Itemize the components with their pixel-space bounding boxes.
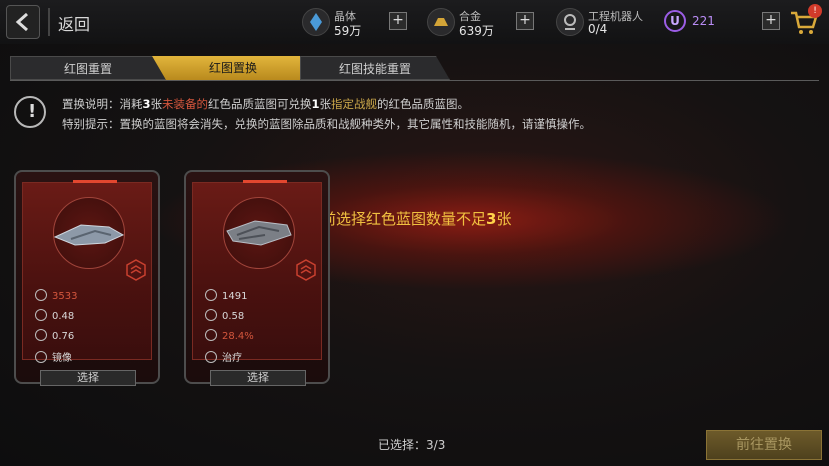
- tab-red-reset[interactable]: 红图重置: [10, 56, 166, 80]
- card-top-mark: [73, 180, 117, 183]
- repair-icon: [205, 329, 217, 341]
- robot-icon: [556, 8, 584, 36]
- ship-icon: [53, 224, 125, 246]
- card-face: 1491 0.58 28.4% 治疗: [192, 180, 322, 364]
- add-crystal-button[interactable]: +: [389, 12, 407, 30]
- hull-icon: [35, 289, 47, 301]
- select-button[interactable]: 选择: [40, 370, 136, 386]
- stat-repair: 28.4%: [205, 329, 254, 342]
- stat-skill: 镜像: [35, 349, 72, 364]
- stat-firepower: 1491: [205, 289, 247, 302]
- stat-hull: 3533: [35, 289, 77, 302]
- missile-icon: [205, 289, 217, 301]
- crystal-icon: [302, 8, 330, 36]
- heal-skill-icon: [205, 351, 217, 363]
- card-face: 3533 0.48 0.76 镜像: [22, 180, 152, 364]
- tab-red-exchange[interactable]: 红图置换: [152, 56, 314, 80]
- add-alloy-button[interactable]: +: [516, 12, 534, 30]
- special-notice: 特别提示：置换的蓝图将会消失，兑换的蓝图除品质和战舰种类外，其它属性和技能随机，…: [62, 117, 591, 131]
- card-top-mark: [243, 180, 287, 183]
- target-icon: [35, 329, 47, 341]
- exclamation-icon: !: [14, 96, 46, 128]
- stat-accuracy: 0.76: [35, 329, 74, 342]
- rank-chevron-icon: [296, 259, 316, 281]
- resource-robot: 工程机器人 0/4: [556, 6, 656, 38]
- top-bar: 返回 晶体 59万 + 合金 639万 + 工程机器人 0/4 U 221 + …: [0, 0, 829, 44]
- back-button[interactable]: [6, 5, 40, 39]
- back-label: 返回: [58, 15, 91, 34]
- armor-icon: [35, 309, 47, 321]
- stat-accuracy: 0.58: [205, 309, 244, 322]
- ship-icon: [226, 220, 292, 246]
- alloy-value: 639万: [459, 24, 494, 38]
- stat-armor: 0.48: [35, 309, 74, 322]
- blueprint-card[interactable]: 1491 0.58 28.4% 治疗 选择: [184, 170, 330, 386]
- stat-skill: 治疗: [205, 349, 242, 364]
- tab-underline: [10, 80, 819, 81]
- robot-value: 0/4: [588, 22, 608, 36]
- go-exchange-button[interactable]: 前往置换: [706, 430, 822, 460]
- u-currency-icon: U: [664, 10, 686, 32]
- resource-crystal: 晶体 59万: [302, 6, 392, 38]
- divider: [48, 8, 50, 36]
- alloy-icon: [427, 8, 455, 36]
- u-currency-value: 221: [692, 14, 715, 28]
- blueprint-card[interactable]: 3533 0.48 0.76 镜像 选择: [14, 170, 160, 386]
- warning-message: 当前选择红色蓝图数量不足3张: [306, 210, 512, 228]
- select-button[interactable]: 选择: [210, 370, 306, 386]
- resource-alloy: 合金 639万: [427, 6, 517, 38]
- tab-bar: 红图重置 红图置换 红图技能重置: [10, 56, 819, 80]
- mirror-skill-icon: [35, 351, 47, 363]
- target-icon: [205, 309, 217, 321]
- crystal-value: 59万: [334, 24, 362, 38]
- chevron-left-icon: [15, 12, 28, 32]
- cart-alert-badge: !: [808, 4, 822, 18]
- exchange-description: 置换说明：消耗3张未装备的红色品质蓝图可兑换1张指定战舰的红色品质蓝图。: [62, 97, 470, 111]
- tab-red-skill-reset[interactable]: 红图技能重置: [300, 56, 450, 80]
- selected-count: 已选择：3/3: [378, 438, 446, 452]
- add-u-currency-button[interactable]: +: [762, 12, 780, 30]
- rank-chevron-icon: [126, 259, 146, 281]
